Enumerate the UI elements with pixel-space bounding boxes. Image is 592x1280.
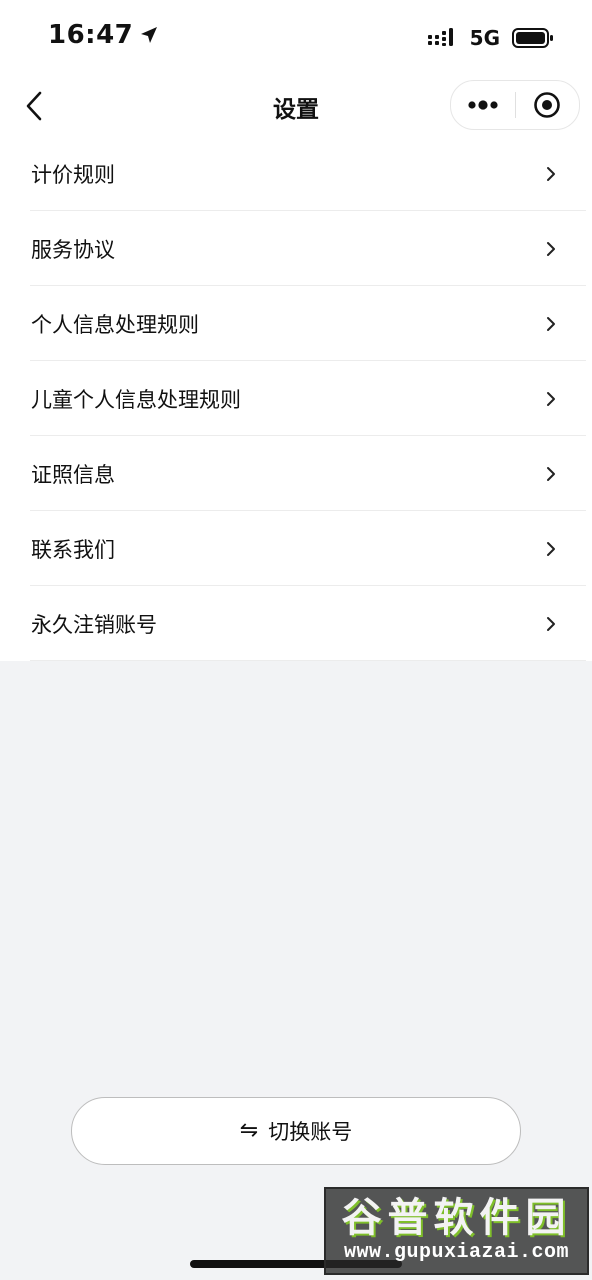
chevron-right-icon <box>547 166 555 181</box>
status-indicators: 5G <box>427 26 554 50</box>
switch-account-label: 切换账号 <box>268 1120 353 1144</box>
chevron-right-icon <box>547 466 555 481</box>
battery-icon <box>512 28 553 48</box>
settings-list: 计价规则 服务协议 个人信息处理规则 儿童个人信息处理规则 证照信息 联系我们 <box>0 136 592 661</box>
settings-item-license-info[interactable]: 证照信息 <box>0 436 592 511</box>
chevron-left-icon <box>26 91 42 121</box>
status-bar: 16:47 5G <box>0 0 592 80</box>
status-time: 16:47 <box>48 20 159 50</box>
watermark-url: www.gupuxiazai.com <box>343 1241 570 1264</box>
settings-item-personal-info-rules[interactable]: 个人信息处理规则 <box>0 286 592 361</box>
settings-item-pricing-rules[interactable]: 计价规则 <box>0 136 592 211</box>
time-text: 16:47 <box>48 20 134 50</box>
switch-account-button[interactable]: ⇋ 切换账号 <box>71 1097 521 1165</box>
chevron-right-icon <box>547 241 555 256</box>
back-button[interactable] <box>18 88 50 124</box>
nav-bar: 设置 <box>0 80 592 136</box>
more-button[interactable] <box>451 81 515 129</box>
settings-item-delete-account[interactable]: 永久注销账号 <box>0 586 592 661</box>
chevron-right-icon <box>547 616 555 631</box>
settings-item-children-info-rules[interactable]: 儿童个人信息处理规则 <box>0 361 592 436</box>
settings-item-label: 计价规则 <box>31 162 115 187</box>
settings-item-label: 个人信息处理规则 <box>31 312 199 337</box>
network-type: 5G <box>469 26 500 50</box>
settings-item-contact-us[interactable]: 联系我们 <box>0 511 592 586</box>
chevron-right-icon <box>547 391 555 406</box>
miniprogram-capsule <box>450 80 580 130</box>
close-miniprogram-button[interactable] <box>516 81 580 129</box>
more-dots-icon <box>468 100 498 110</box>
watermark-title: 谷普软件园 <box>341 1195 572 1241</box>
settings-item-label: 联系我们 <box>31 537 115 562</box>
chevron-right-icon <box>547 541 555 556</box>
location-arrow-icon <box>141 27 158 43</box>
watermark-logo: 谷普软件园 www.gupuxiazai.com <box>324 1187 589 1275</box>
chevron-right-icon <box>547 316 555 331</box>
settings-item-service-agreement[interactable]: 服务协议 <box>0 211 592 286</box>
switch-arrows-icon: ⇋ <box>239 1118 259 1143</box>
settings-item-label: 证照信息 <box>31 462 115 487</box>
settings-item-label: 儿童个人信息处理规则 <box>31 387 241 412</box>
settings-item-label: 服务协议 <box>31 237 115 262</box>
signal-icon <box>427 28 453 46</box>
settings-item-label: 永久注销账号 <box>31 612 157 637</box>
target-circle-icon <box>534 92 561 118</box>
